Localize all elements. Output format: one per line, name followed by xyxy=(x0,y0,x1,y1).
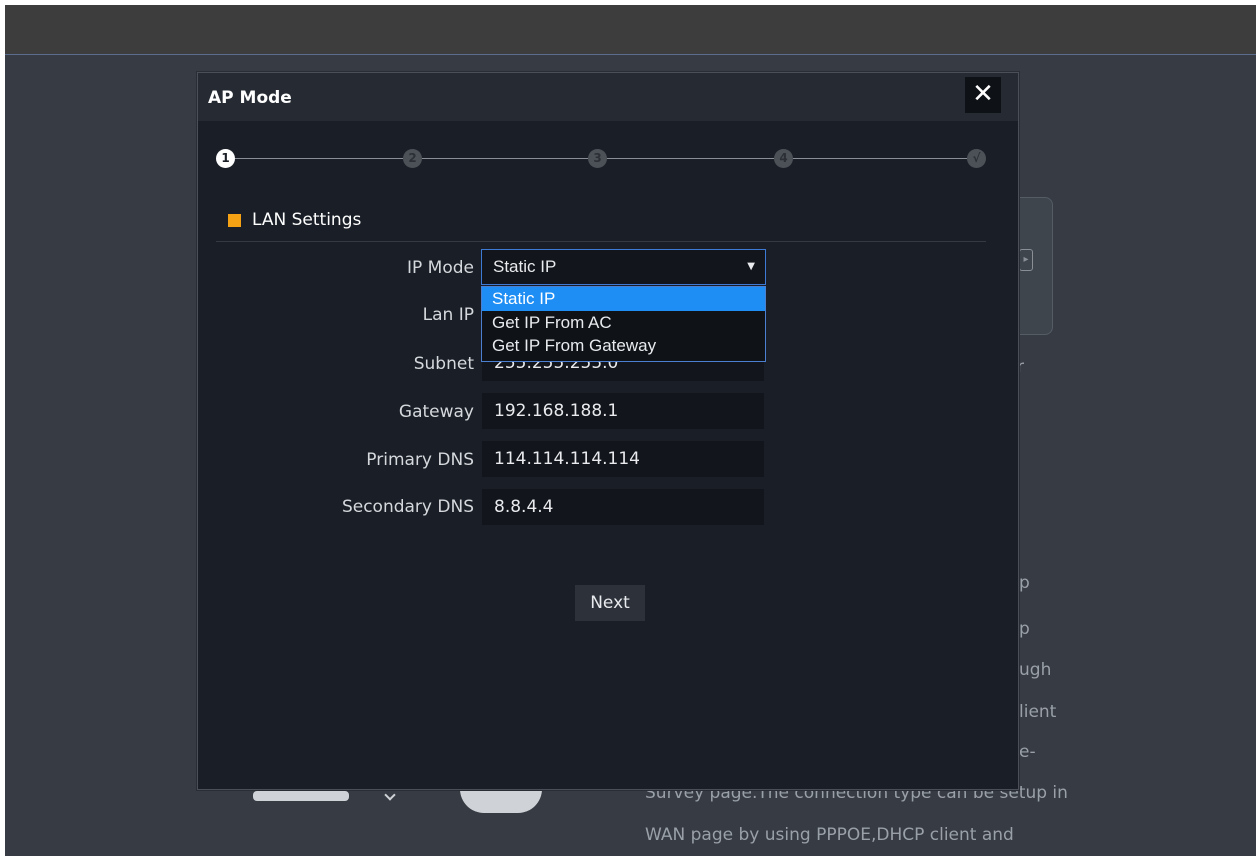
background-card-icon: ▸ xyxy=(1019,249,1033,271)
dialog-title: AP Mode xyxy=(208,88,292,108)
background-decoration xyxy=(460,789,542,813)
background-text: p xyxy=(1019,619,1030,639)
secondary-dns-field[interactable]: 8.8.4.4 xyxy=(482,489,764,525)
background-decoration xyxy=(253,791,349,801)
section-marker xyxy=(228,214,241,227)
close-button[interactable]: ✕ xyxy=(965,77,1001,113)
step-3: 3 xyxy=(588,149,607,168)
ip-mode-value: Static IP xyxy=(493,257,557,276)
background-text: p xyxy=(1019,573,1030,593)
dropdown-option-get-ip-from-ac[interactable]: Get IP From AC xyxy=(482,311,765,335)
app-screen: ▸ r p p ugh lient e- Survey page.The con… xyxy=(5,5,1256,856)
ip-mode-select[interactable]: Static IP ▼ xyxy=(481,249,766,285)
gateway-field[interactable]: 192.168.188.1 xyxy=(482,393,764,429)
top-bar xyxy=(5,5,1256,55)
dialog-header: AP Mode ✕ xyxy=(198,73,1018,121)
step-4: 4 xyxy=(774,149,793,168)
lan-ip-label: Lan IP xyxy=(422,305,474,325)
step-connector xyxy=(235,158,403,159)
section-divider xyxy=(216,241,986,242)
dropdown-option-get-ip-from-gateway[interactable]: Get IP From Gateway xyxy=(482,334,765,358)
primary-dns-label: Primary DNS xyxy=(366,450,474,470)
step-connector xyxy=(422,158,588,159)
subnet-label: Subnet xyxy=(413,354,474,374)
background-text: e- xyxy=(1019,742,1036,762)
background-text: lient xyxy=(1019,702,1057,722)
step-2: 2 xyxy=(403,149,422,168)
next-button[interactable]: Next xyxy=(575,585,645,621)
gateway-label: Gateway xyxy=(398,402,474,422)
ip-mode-dropdown: Static IP Get IP From AC Get IP From Gat… xyxy=(481,286,766,362)
step-connector xyxy=(607,158,774,159)
background-text: ugh xyxy=(1019,660,1052,680)
ip-mode-label: IP Mode xyxy=(407,258,474,278)
step-done: √ xyxy=(967,149,986,168)
background-text: WAN page by using PPPOE,DHCP client and xyxy=(645,825,1014,845)
background-decoration xyxy=(384,789,396,801)
ap-mode-dialog: AP Mode ✕ 1 2 3 4 √ LAN Settings IP Mode… xyxy=(197,72,1019,790)
primary-dns-field[interactable]: 114.114.114.114 xyxy=(482,441,764,477)
close-icon: ✕ xyxy=(972,79,994,109)
wizard-stepper: 1 2 3 4 √ xyxy=(216,149,986,169)
dropdown-option-static-ip[interactable]: Static IP xyxy=(482,287,765,311)
dropdown-arrow-icon: ▼ xyxy=(747,261,755,272)
step-connector xyxy=(793,158,967,159)
step-1: 1 xyxy=(216,149,235,168)
section-title: LAN Settings xyxy=(252,210,362,230)
secondary-dns-label: Secondary DNS xyxy=(341,497,474,517)
